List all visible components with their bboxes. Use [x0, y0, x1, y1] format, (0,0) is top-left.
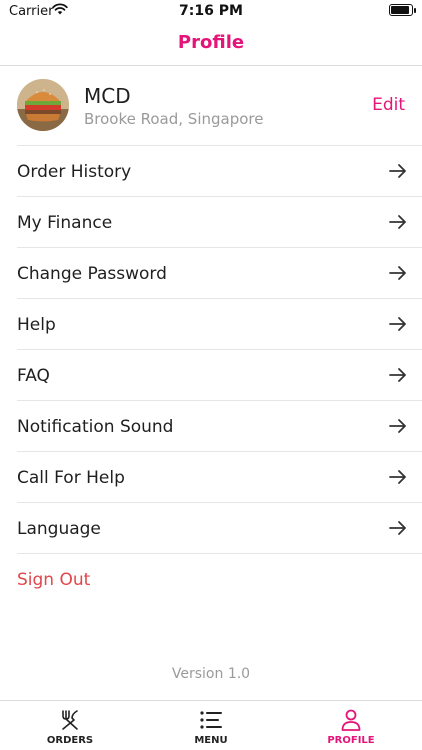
tab-label: PROFILE [327, 735, 375, 746]
menu-item-help[interactable]: Help [17, 298, 422, 349]
clock: 7:16 PM [179, 3, 243, 19]
profile-menu: Order History My Finance Change Password… [17, 145, 422, 604]
arrow-right-icon [389, 164, 406, 178]
profile-name: MCD [84, 84, 131, 108]
menu-item-label: Change Password [17, 264, 167, 284]
tab-bar: ORDERS MENU PROFILE [0, 700, 422, 750]
version-label: Version 1.0 [171, 666, 251, 682]
menu-item-call-for-help[interactable]: Call For Help [17, 451, 422, 502]
arrow-right-icon [389, 470, 406, 484]
profile-card: MCD Brooke Road, Singapore Edit [0, 67, 422, 144]
status-bar: Carrier 7:16 PM [0, 0, 422, 24]
burger-avatar [17, 79, 69, 131]
tab-label: ORDERS [46, 735, 94, 746]
fork-knife-icon [62, 710, 78, 730]
menu-item-notification-sound[interactable]: Notification Sound [17, 400, 422, 451]
arrow-right-icon [389, 266, 406, 280]
battery-icon [389, 4, 416, 16]
arrow-right-icon [389, 317, 406, 331]
tab-menu[interactable]: MENU [141, 701, 281, 750]
arrow-right-icon [389, 215, 406, 229]
menu-item-my-finance[interactable]: My Finance [17, 196, 422, 247]
menu-item-label: Language [17, 519, 101, 539]
menu-item-label: FAQ [17, 366, 50, 386]
arrow-right-icon [389, 521, 406, 535]
edit-profile-button[interactable]: Edit [372, 95, 405, 115]
menu-item-label: Call For Help [17, 468, 125, 488]
navigation-bar: Profile [0, 24, 422, 66]
tab-label: MENU [194, 735, 228, 746]
profile-address: Brooke Road, Singapore [84, 110, 264, 128]
page-title: Profile [177, 32, 245, 53]
sign-out-button[interactable]: Sign Out [17, 553, 422, 604]
menu-item-label: Help [17, 315, 56, 335]
menu-item-label: My Finance [17, 213, 113, 233]
menu-item-order-history[interactable]: Order History [17, 145, 422, 196]
tab-profile[interactable]: PROFILE [281, 701, 421, 750]
sign-out-label: Sign Out [17, 570, 91, 590]
menu-item-language[interactable]: Language [17, 502, 422, 553]
menu-item-faq[interactable]: FAQ [17, 349, 422, 400]
person-icon [341, 709, 361, 731]
arrow-right-icon [389, 368, 406, 382]
menu-item-label: Order History [17, 162, 132, 182]
menu-item-label: Notification Sound [17, 417, 174, 437]
list-icon [200, 711, 222, 729]
arrow-right-icon [389, 419, 406, 433]
menu-item-change-password[interactable]: Change Password [17, 247, 422, 298]
tab-orders[interactable]: ORDERS [0, 701, 140, 750]
